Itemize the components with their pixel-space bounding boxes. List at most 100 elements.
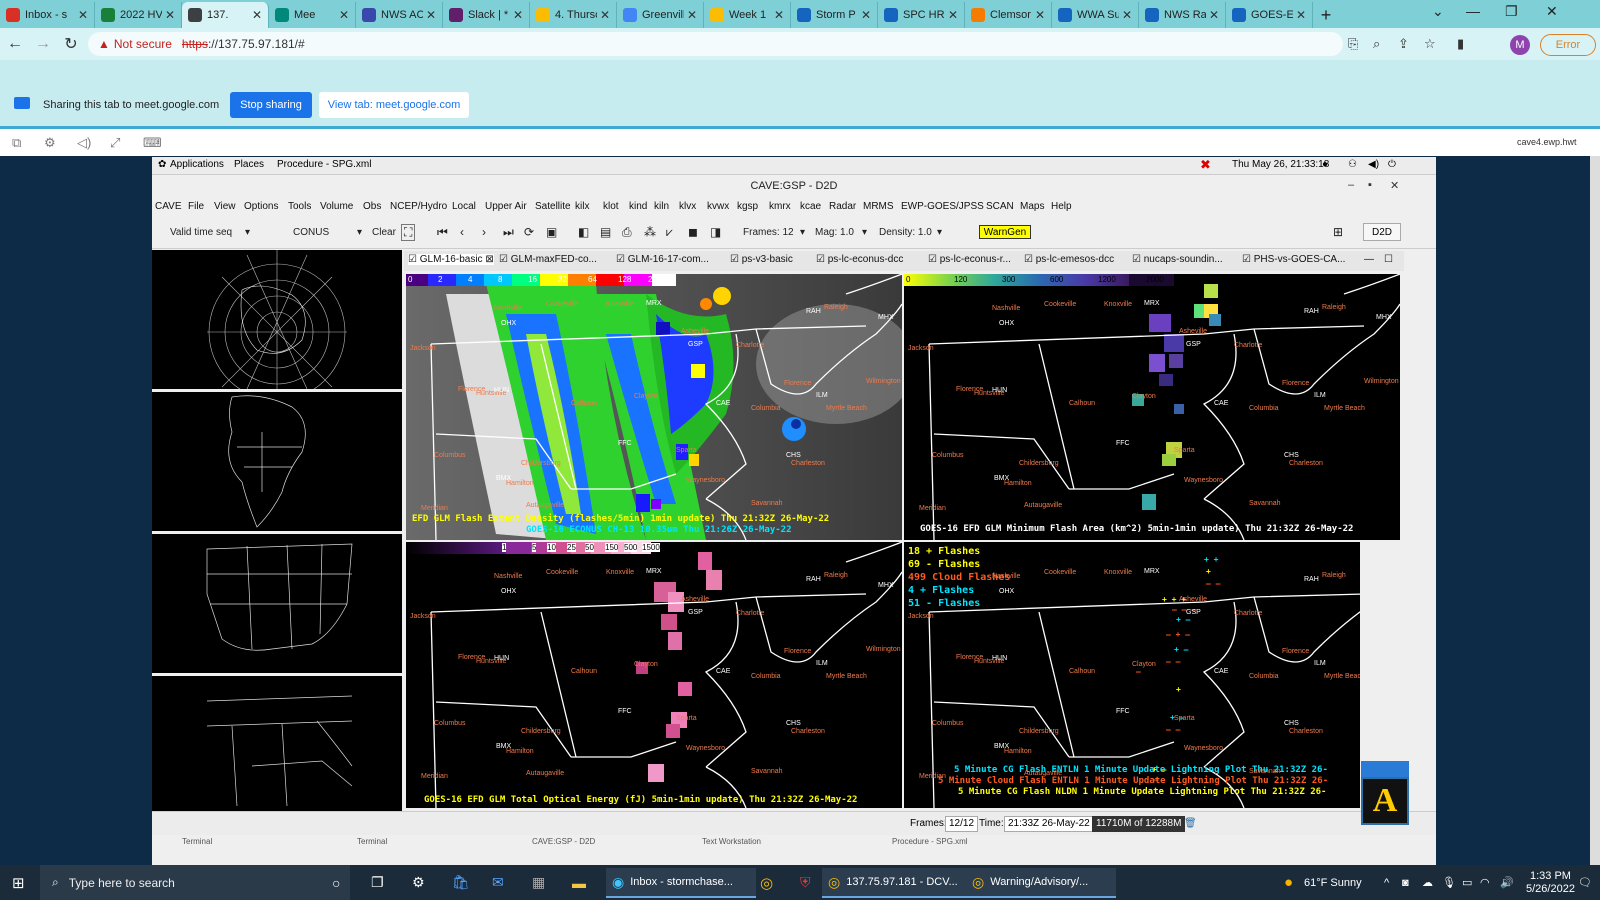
- cave-task-button[interactable]: Terminal: [182, 837, 212, 846]
- d2d-perspective-button[interactable]: D2D: [1363, 223, 1401, 241]
- thumbnail-world[interactable]: [152, 250, 402, 389]
- first-frame-icon[interactable]: ⏮: [437, 225, 448, 240]
- print-icon[interactable]: ⎙: [622, 225, 632, 240]
- valid-time-select[interactable]: Valid time seq: [170, 227, 232, 238]
- menu-item[interactable]: kcae: [800, 201, 821, 212]
- tab-close-icon[interactable]: ✕: [78, 8, 88, 22]
- last-frame-icon[interactable]: ⏭: [503, 225, 514, 240]
- editor-tab[interactable]: ☑ ps-v3-basic: [730, 254, 793, 265]
- menu-item[interactable]: Volume: [320, 201, 353, 212]
- editor-tab[interactable]: ☑ PHS-vs-GOES-CA...: [1242, 254, 1345, 265]
- browser-tab[interactable]: Mee ✕: [269, 2, 356, 28]
- next-frame-icon[interactable]: ›: [482, 225, 486, 239]
- taskbar-clock[interactable]: 1:33 PM 5/26/2022: [1526, 865, 1575, 900]
- editor-tab[interactable]: ☑ ps-lc-emesos-dcc: [1024, 254, 1114, 265]
- speaker-icon[interactable]: 🔊: [1500, 865, 1514, 900]
- menu-item[interactable]: klot: [603, 201, 619, 212]
- tab-close-icon[interactable]: ✕: [861, 8, 871, 22]
- tab-close-icon[interactable]: ✕: [1296, 8, 1306, 22]
- menu-item[interactable]: Help: [1051, 201, 1072, 212]
- editor-tab[interactable]: ☑ nucaps-soundin...: [1132, 254, 1223, 265]
- remote-scrollbar[interactable]: [1590, 156, 1600, 865]
- chevron-down-icon[interactable]: ⌄: [1432, 3, 1444, 20]
- menu-item[interactable]: EWP-GOES/JPSS: [901, 201, 984, 212]
- menu-item[interactable]: klvx: [679, 201, 696, 212]
- gnome-clock[interactable]: Thu May 26, 21:33:18: [1232, 159, 1329, 170]
- minimize-icon[interactable]: —: [1466, 3, 1480, 19]
- tool-icon-2[interactable]: ▤: [600, 225, 611, 239]
- density-select[interactable]: Density: 1.0: [879, 227, 932, 238]
- error-button[interactable]: Error: [1540, 34, 1596, 56]
- network-icon[interactable]: ⚇: [1348, 159, 1357, 170]
- tab-close-icon[interactable]: ✕: [687, 8, 697, 22]
- zoom-extent-icon[interactable]: ⛶: [401, 224, 416, 241]
- chevron-down-icon[interactable]: ▾: [357, 227, 362, 238]
- chevron-up-icon[interactable]: ^: [1384, 865, 1389, 900]
- image-properties-icon[interactable]: ▣: [546, 225, 557, 239]
- tab-close-icon[interactable]: ✕: [948, 8, 958, 22]
- cortana-icon[interactable]: ○: [332, 865, 340, 900]
- task-view-icon[interactable]: ❐: [371, 865, 384, 900]
- menu-item[interactable]: Tools: [288, 201, 311, 212]
- battery-icon[interactable]: ▭: [1462, 865, 1472, 900]
- browser-tab[interactable]: GOES-E ✕: [1226, 2, 1313, 28]
- thumbnail-conus[interactable]: [152, 534, 402, 673]
- volume-icon[interactable]: ◀): [1368, 159, 1379, 170]
- panel-lightning-plot[interactable]: + + + – – + + + – – – + – – + – + – – – …: [904, 542, 1360, 808]
- notifications-icon[interactable]: 🗨: [1578, 865, 1592, 900]
- menu-item[interactable]: Maps: [1020, 201, 1044, 212]
- browser-tab[interactable]: NWS Ra ✕: [1139, 2, 1226, 28]
- tab-close-icon[interactable]: ✕: [513, 8, 523, 22]
- settings-gear-icon[interactable]: ⚙: [412, 865, 425, 900]
- cloud-icon[interactable]: ☁: [1422, 865, 1433, 900]
- editor-tab[interactable]: ☑ GLM-maxFED-co...: [499, 254, 597, 265]
- warngen-button[interactable]: WarnGen: [979, 225, 1031, 239]
- minimize-icon[interactable]: –: [1348, 179, 1354, 191]
- tool-icon-3[interactable]: ⁂: [644, 225, 656, 239]
- chevron-down-icon[interactable]: ▾: [245, 227, 250, 238]
- copy-icon[interactable]: ⧉: [12, 135, 21, 151]
- restore-icon[interactable]: ❐: [1505, 3, 1518, 20]
- menu-item[interactable]: kmrx: [769, 201, 791, 212]
- power-icon[interactable]: ⏻: [1388, 159, 1396, 170]
- taskbar-search-input[interactable]: ⌕ Type here to search: [40, 865, 350, 900]
- menu-item[interactable]: Options: [244, 201, 278, 212]
- browser-tab[interactable]: Inbox - s ✕: [0, 2, 95, 28]
- browser-tab[interactable]: Greenvill ✕: [617, 2, 704, 28]
- tab-close-icon[interactable]: ✕: [774, 8, 784, 22]
- menu-item[interactable]: MRMS: [863, 201, 894, 212]
- browser-tab[interactable]: Storm P ✕: [791, 2, 878, 28]
- thumbnail-north-america[interactable]: [152, 392, 402, 531]
- taskbar-app-chrome-dcv[interactable]: ◎ 137.75.97.181 - DCV...: [822, 868, 972, 898]
- side-panel-icon[interactable]: ▮: [1457, 36, 1464, 52]
- reload-icon[interactable]: ↻: [58, 34, 84, 54]
- security-shield-icon[interactable]: ⛨: [800, 865, 811, 900]
- tab-close-icon[interactable]: ✕: [1122, 8, 1132, 22]
- taskbar-app-edge[interactable]: ◉ Inbox - stormchase...: [606, 868, 756, 898]
- minimize-editor-icon[interactable]: —: [1364, 254, 1374, 265]
- install-app-icon[interactable]: ⎘: [1348, 36, 1358, 52]
- browser-tab[interactable]: 2022 HV ✕: [95, 2, 182, 28]
- chrome-icon[interactable]: ◎: [760, 865, 773, 900]
- editor-tab[interactable]: ☑ ps-lc-econus-r...: [928, 254, 1011, 265]
- panel-total-optical-energy[interactable]: 1 5 10 25 50 150 500 1500 GOES-16 EFD GLM Total…: [406, 542, 902, 808]
- menu-item[interactable]: Satellite: [535, 201, 571, 212]
- prev-frame-icon[interactable]: ‹: [460, 225, 464, 239]
- camera-icon[interactable]: ◙: [1402, 865, 1409, 900]
- tab-close-icon[interactable]: ✕: [339, 8, 349, 22]
- browser-tab[interactable]: 137. ✕: [182, 2, 269, 28]
- menu-item[interactable]: File: [188, 201, 204, 212]
- stop-sharing-button[interactable]: Stop sharing: [230, 92, 312, 118]
- weather-text[interactable]: 61°F Sunny: [1304, 865, 1362, 900]
- store-icon[interactable]: 🛍: [452, 865, 470, 900]
- tab-close-icon[interactable]: ⊠: [483, 254, 493, 265]
- applications-menu[interactable]: Applications: [170, 159, 224, 170]
- calculator-icon[interactable]: ▦: [532, 865, 545, 900]
- browser-tab[interactable]: NWS AC ✕: [356, 2, 443, 28]
- chevron-down-icon[interactable]: ▾: [937, 227, 942, 238]
- menu-item[interactable]: kiln: [654, 201, 669, 212]
- menu-item[interactable]: kilx: [575, 201, 589, 212]
- menu-item[interactable]: NCEP/Hydro: [390, 201, 447, 212]
- close-red-icon[interactable]: ✖: [1200, 157, 1211, 173]
- menu-item[interactable]: kind: [629, 201, 647, 212]
